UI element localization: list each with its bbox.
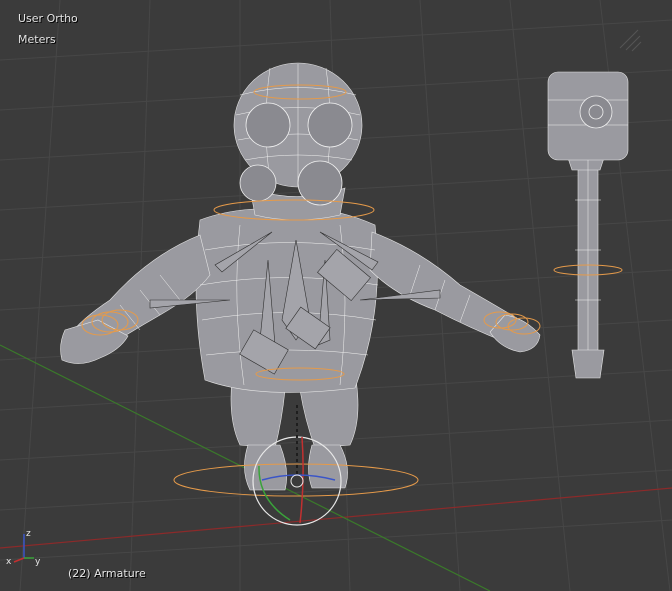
active-object-label: (22) Armature bbox=[68, 567, 146, 580]
units-label: Meters bbox=[18, 33, 56, 46]
viewport-scene[interactable]: z y x bbox=[0, 0, 672, 591]
gizmo-z-label: z bbox=[26, 529, 31, 539]
axis-gizmo: z y x bbox=[6, 529, 41, 567]
3d-viewport[interactable]: z y x User Ortho Meters (22) Armature bbox=[0, 0, 672, 591]
gizmo-y-label: y bbox=[35, 557, 41, 567]
x-axis-line bbox=[0, 487, 672, 549]
view-name-label: User Ortho bbox=[18, 12, 78, 25]
gizmo-x-label: x bbox=[6, 557, 12, 567]
viewport-split-widget[interactable] bbox=[619, 29, 642, 52]
